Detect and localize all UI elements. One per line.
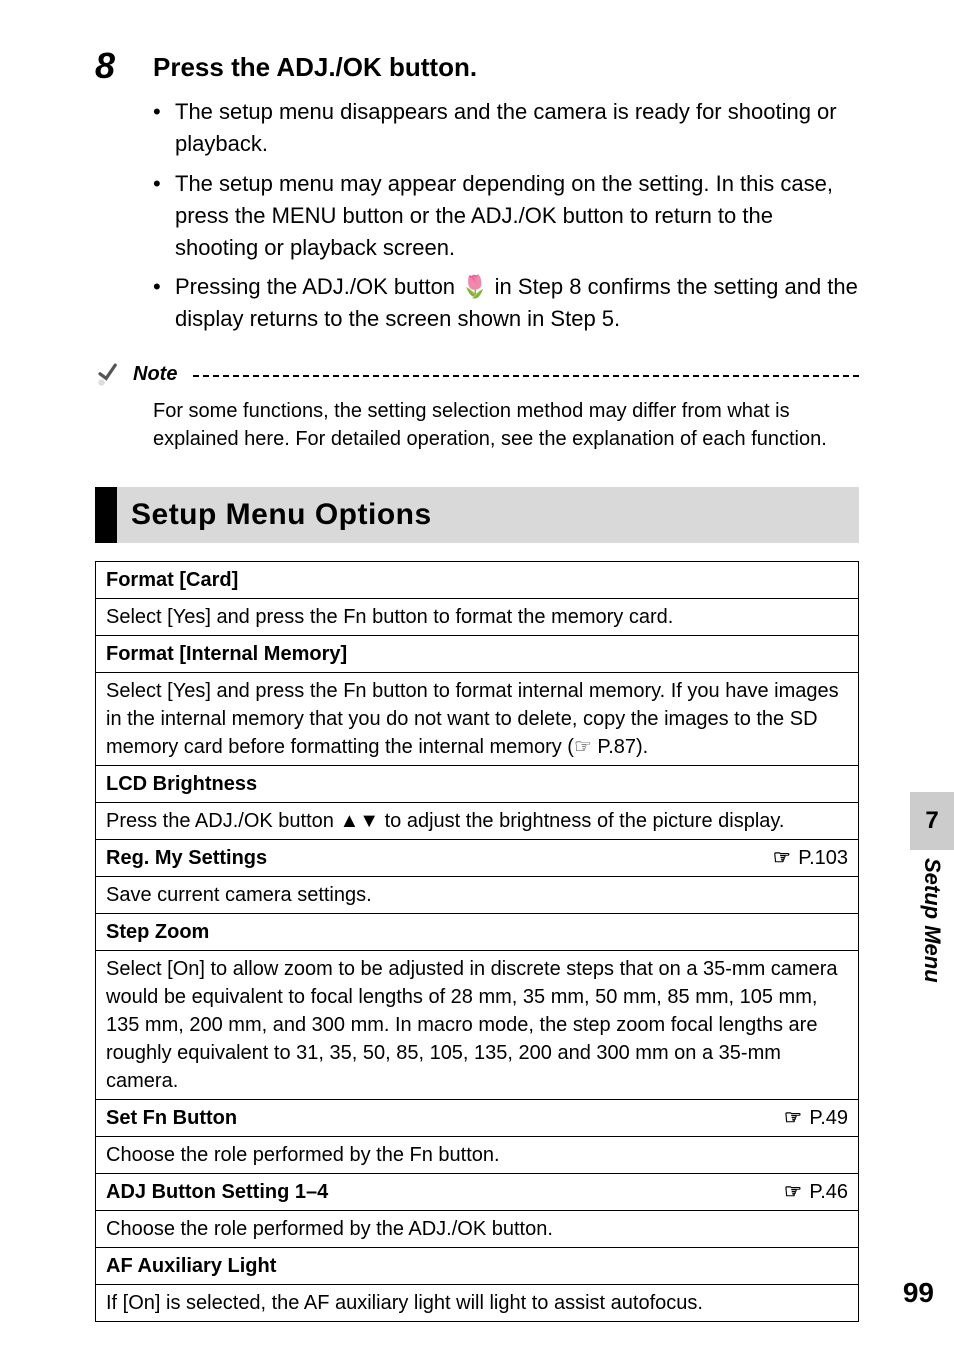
option-description: If [On] is selected, the AF auxiliary li… <box>96 1285 859 1322</box>
step-bullet-list: The setup menu disappears and the camera… <box>153 96 859 335</box>
pointer-icon: ☞ <box>784 1107 802 1129</box>
note-text: For some functions, the setting selectio… <box>153 397 859 453</box>
side-tab: 7 Setup Menu <box>910 792 954 983</box>
option-description: Choose the role performed by the ADJ./OK… <box>96 1211 859 1248</box>
section-title: Setup Menu Options <box>117 498 432 532</box>
options-table: Format [Card]Select [Yes] and press the … <box>95 561 859 1322</box>
option-description: Select [Yes] and press the Fn button to … <box>96 673 859 766</box>
side-tab-number: 7 <box>910 792 954 850</box>
section-heading: Setup Menu Options <box>95 487 859 543</box>
option-description: Press the ADJ./OK button ▲▼ to adjust th… <box>96 803 859 840</box>
option-description: Save current camera settings. <box>96 877 859 914</box>
note-label: Note <box>133 363 177 386</box>
page-reference: ☞ P.103 <box>773 844 848 872</box>
page-reference: ☞ P.46 <box>784 1178 848 1206</box>
note-divider <box>193 363 859 377</box>
option-description: Select [Yes] and press the Fn button to … <box>96 599 859 636</box>
page-number: 99 <box>903 1277 934 1309</box>
pointer-icon: ☞ <box>784 1181 802 1203</box>
page-reference-text: P.103 <box>793 847 848 869</box>
option-title: AF Auxiliary Light <box>96 1248 859 1285</box>
option-title: Format [Internal Memory] <box>96 636 859 673</box>
step-bullet: The setup menu may appear depending on t… <box>153 168 859 264</box>
page-reference-text: P.46 <box>804 1181 848 1203</box>
option-title: ADJ Button Setting 1–4☞ P.46 <box>96 1174 859 1211</box>
option-description: Choose the role performed by the Fn butt… <box>96 1137 859 1174</box>
option-title: LCD Brightness <box>96 766 859 803</box>
page-reference-text: P.49 <box>804 1107 848 1129</box>
pointer-icon: ☞ <box>773 847 791 869</box>
option-title: Format [Card] <box>96 562 859 599</box>
option-description: Select [On] to allow zoom to be adjusted… <box>96 951 859 1100</box>
step-title: Press the ADJ./OK button. <box>153 52 477 83</box>
step-bullet: The setup menu disappears and the camera… <box>153 96 859 160</box>
option-title: Reg. My Settings☞ P.103 <box>96 840 859 877</box>
side-tab-label: Setup Menu <box>919 858 945 983</box>
page-reference: ☞ P.49 <box>784 1104 848 1132</box>
note-icon <box>95 363 121 389</box>
section-heading-marker <box>95 487 117 543</box>
step-bullet: Pressing the ADJ./OK button 🌷 in Step 8 … <box>153 271 859 335</box>
option-title: Set Fn Button☞ P.49 <box>96 1100 859 1137</box>
option-title: Step Zoom <box>96 914 859 951</box>
step-number: 8 <box>95 48 133 84</box>
